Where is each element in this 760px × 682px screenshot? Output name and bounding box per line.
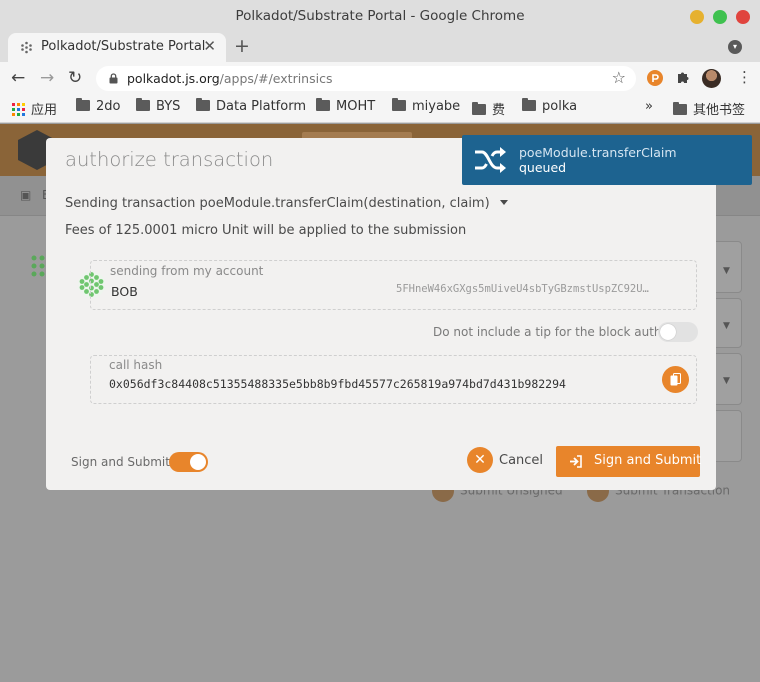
- bookmark-miyabe[interactable]: miyabe: [392, 98, 460, 114]
- chevron-down-icon: ▼: [723, 376, 730, 386]
- bookmarks-bar: 应用 2do BYS Data Platform MOHT miyabe 费 p…: [0, 95, 760, 123]
- forward-arrow-icon[interactable]: →: [40, 68, 54, 88]
- tab-strip: Polkadot/Substrate Portal ✕ + ▾: [0, 33, 760, 62]
- call-hash-value: 0x056df3c84408c51355488335e5bb8b9fbd4557…: [109, 377, 566, 391]
- tip-toggle[interactable]: [658, 322, 698, 342]
- folder-icon: [392, 98, 406, 111]
- tab-title: Polkadot/Substrate Portal: [41, 39, 206, 54]
- bookmark-bys[interactable]: BYS: [136, 98, 180, 114]
- bookmark-fei[interactable]: 费: [472, 99, 505, 118]
- call-hash-label: call hash: [109, 358, 163, 372]
- bookmark-star-icon[interactable]: ☆: [612, 68, 626, 87]
- polkadot-favicon-icon: [21, 41, 32, 54]
- reload-icon[interactable]: ↻: [68, 68, 82, 88]
- tip-toggle-label: Do not include a tip for the block autho…: [433, 325, 674, 339]
- folder-icon: [136, 98, 150, 111]
- cancel-label: Cancel: [499, 453, 544, 468]
- transaction-status-notification[interactable]: poeModule.transferClaim queued: [462, 135, 752, 185]
- toggle-knob: [660, 324, 676, 340]
- bookmark-polka[interactable]: polka: [522, 98, 577, 114]
- notification-status: queued: [519, 160, 567, 175]
- tab-close-icon[interactable]: ✕: [203, 37, 216, 55]
- subnav-icon[interactable]: ▣: [20, 188, 31, 202]
- transaction-summary[interactable]: Sending transaction poeModule.transferCl…: [65, 196, 508, 211]
- toggle-knob: [190, 454, 206, 470]
- shuffle-icon: [475, 147, 506, 173]
- bookmark-other[interactable]: 其他书签: [673, 99, 745, 118]
- browser-tab[interactable]: Polkadot/Substrate Portal ✕: [8, 33, 226, 62]
- minimize-button[interactable]: [690, 10, 704, 24]
- sign-and-submit-label: Sign and Submit: [594, 453, 702, 468]
- window-titlebar: Polkadot/Substrate Portal - Google Chrom…: [0, 0, 760, 33]
- browser-toolbar: ← → ↻ polkadot.js.org/apps/#/extrinsics …: [0, 62, 760, 95]
- sign-and-submit-button[interactable]: Sign and Submit: [556, 446, 702, 477]
- bookmarks-overflow-button[interactable]: »: [645, 99, 653, 114]
- fees-info: Fees of 125.0001 micro Unit will be appl…: [65, 223, 467, 238]
- account-selector[interactable]: sending from my account BOB 5FHneW46xGXg…: [90, 260, 697, 310]
- call-hash-field[interactable]: call hash 0x056df3c84408c51355488335e5bb…: [90, 355, 697, 404]
- account-label: sending from my account: [110, 264, 264, 278]
- x-icon: ✕: [467, 447, 493, 473]
- notification-method: poeModule.transferClaim: [519, 145, 677, 160]
- authorize-transaction-modal: authorize transaction Sending transactio…: [46, 138, 716, 490]
- chevron-down-icon: ▼: [723, 266, 730, 276]
- sign-in-icon: [570, 455, 582, 468]
- browser-menu-icon[interactable]: ⋮: [737, 68, 752, 86]
- sign-submit-toggle-label: Sign and Submit: [71, 455, 170, 469]
- lock-icon: [109, 73, 118, 84]
- tab-search-icon[interactable]: ▾: [728, 40, 742, 54]
- bookmark-moht[interactable]: MOHT: [316, 98, 375, 114]
- bookmark-apps[interactable]: 应用: [12, 99, 57, 118]
- bookmark-data-platform[interactable]: Data Platform: [196, 98, 306, 114]
- polkadot-extension-icon[interactable]: [647, 70, 663, 86]
- maximize-button[interactable]: [713, 10, 727, 24]
- account-name: BOB: [111, 284, 138, 299]
- copy-icon: [670, 373, 681, 386]
- modal-title: authorize transaction: [65, 148, 274, 171]
- puzzle-icon[interactable]: [676, 70, 691, 85]
- chevron-down-icon: ▼: [723, 321, 730, 331]
- profile-avatar[interactable]: [702, 69, 721, 88]
- folder-icon: [522, 98, 536, 111]
- account-address: 5FHneW46xGXgs5mUiveU4sbTyGBzmstUspZC92U…: [396, 283, 649, 295]
- folder-icon: [472, 102, 486, 115]
- bookmark-2do[interactable]: 2do: [76, 98, 120, 114]
- copy-button[interactable]: [662, 366, 689, 393]
- close-window-button[interactable]: [736, 10, 750, 24]
- address-text: polkadot.js.org/apps/#/extrinsics: [127, 71, 333, 86]
- folder-icon: [316, 98, 330, 111]
- new-tab-button[interactable]: +: [234, 35, 250, 57]
- window-title: Polkadot/Substrate Portal - Google Chrom…: [235, 8, 525, 24]
- sign-submit-toggle[interactable]: [169, 452, 208, 472]
- folder-icon: [196, 98, 210, 111]
- address-bar[interactable]: polkadot.js.org/apps/#/extrinsics ☆: [96, 66, 636, 91]
- folder-icon: [673, 102, 687, 115]
- apps-grid-icon: [12, 103, 25, 116]
- folder-icon: [76, 98, 90, 111]
- back-arrow-icon[interactable]: ←: [11, 68, 25, 88]
- caret-down-icon[interactable]: [499, 200, 508, 205]
